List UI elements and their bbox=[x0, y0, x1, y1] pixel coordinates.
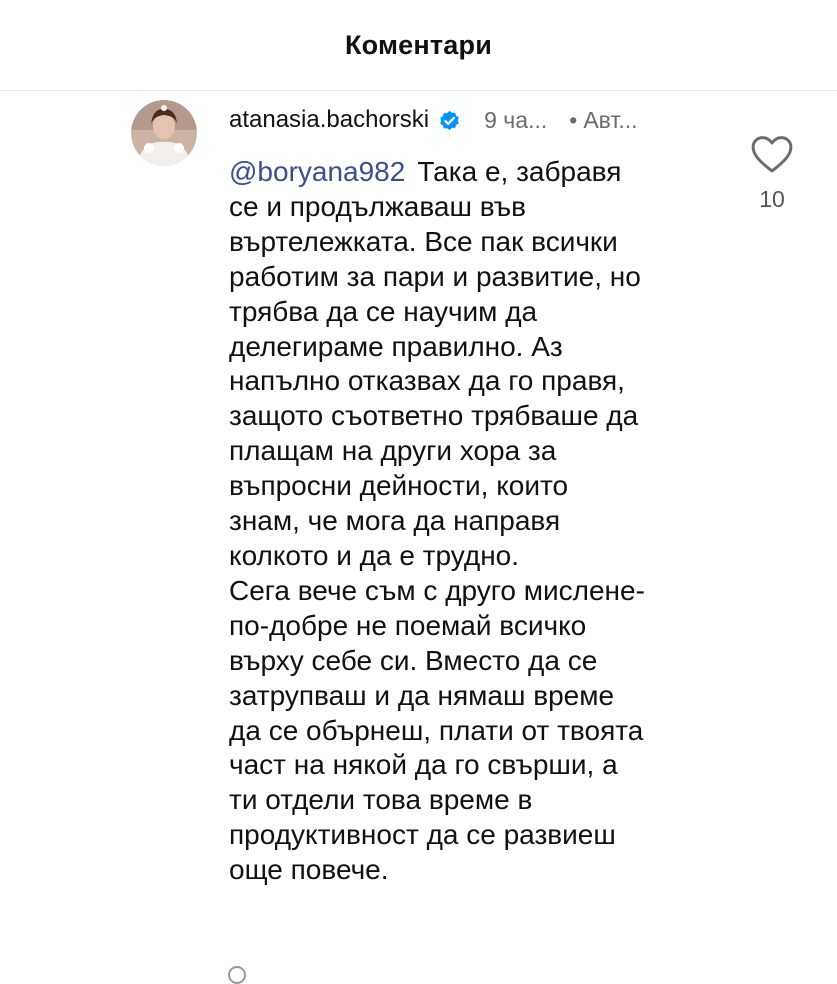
comment-line: @boryana982 Така е, забравя bbox=[229, 155, 729, 190]
avatar-image bbox=[131, 100, 197, 166]
like-button[interactable] bbox=[750, 134, 794, 179]
comment-line-text: Така е, забравя bbox=[417, 156, 622, 187]
mention-link[interactable]: @boryana982 bbox=[229, 156, 405, 187]
comment-line: напълно отказвах да го правя, bbox=[229, 365, 625, 397]
comment-line: ти отдели това време в bbox=[229, 784, 533, 816]
avatar[interactable] bbox=[131, 100, 197, 166]
comment-line: още повече. bbox=[229, 854, 389, 886]
next-comment-avatar bbox=[228, 966, 246, 984]
comment-text: @boryana982 Така е, забравя се и продължа… bbox=[229, 155, 729, 888]
comment-line: продуктивност да се развиеш bbox=[229, 819, 616, 851]
comment-line: върху себе си. Вместо да се bbox=[229, 644, 598, 676]
verified-badge-icon bbox=[437, 108, 462, 133]
header-title: Коментари bbox=[344, 29, 493, 60]
comment-line: плащам на други хора за bbox=[229, 435, 557, 467]
comment-line: делегираме правилно. Аз bbox=[229, 330, 563, 362]
comment-line: знам, че мога да направя bbox=[229, 505, 561, 537]
username[interactable]: atanasia.bachorski bbox=[229, 106, 429, 134]
comment-meta: atanasia.bachorski 9 ча... • Авт... bbox=[229, 103, 638, 137]
comment-line: затрупваш и да нямаш време bbox=[229, 679, 615, 711]
comment-line: въпросни дейности, които bbox=[229, 470, 569, 502]
comment-line: Сега вече съм с друго мислене- bbox=[229, 574, 645, 606]
like-count: 10 bbox=[759, 186, 785, 212]
heart-outline-icon bbox=[751, 136, 793, 173]
comment-line: част на някой да го свърши, а bbox=[229, 749, 618, 781]
comment-line: по-добре не поемай всичко bbox=[229, 609, 587, 641]
comment-line: се и продължаваш във bbox=[229, 190, 527, 222]
comment-line: да се обърнеш, плати от твоята bbox=[229, 714, 644, 746]
comment-time: 9 ча... bbox=[484, 106, 548, 133]
comment-line: колкото и да е трудно. bbox=[229, 539, 520, 571]
comment-line: защото съответно трябваше да bbox=[229, 400, 639, 432]
comment-line: въртележката. Все пак всички bbox=[229, 225, 618, 257]
comments-header: Коментари bbox=[0, 0, 837, 91]
separator-dot: • bbox=[569, 106, 578, 133]
author-label: Авт... bbox=[583, 106, 638, 133]
comment-line: трябва да се научим да bbox=[229, 295, 538, 327]
comment-line: работим за пари и развитие, но bbox=[229, 260, 641, 292]
